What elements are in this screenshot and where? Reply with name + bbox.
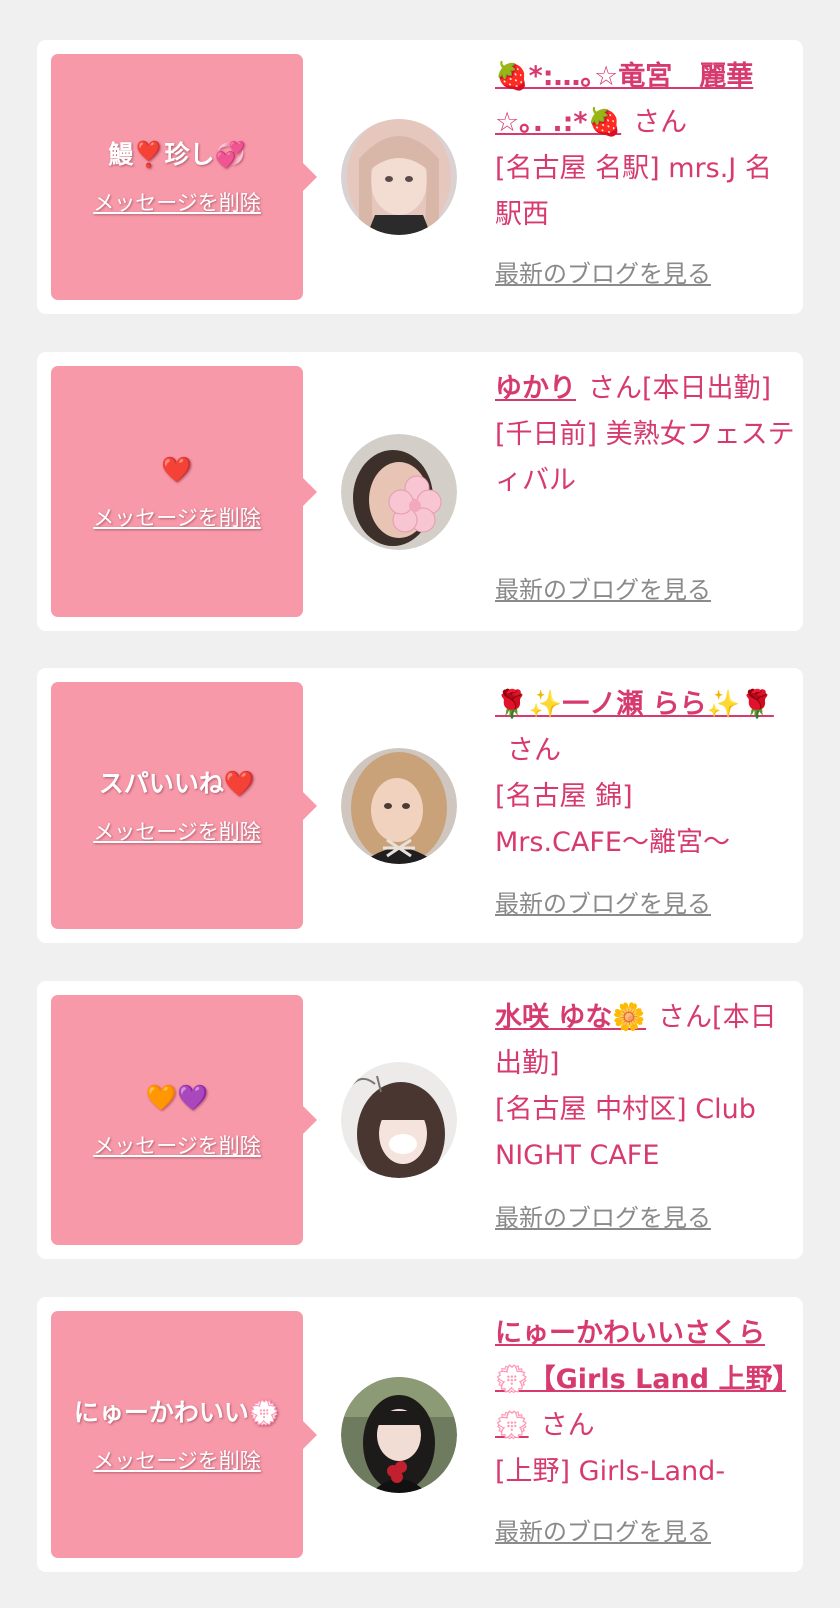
shop-name: [名古屋 錦] Mrs.CAFE〜離宮〜 [495,781,730,858]
shop-name: [千日前] 美熟女フェスティバル [495,419,795,496]
delete-message-link[interactable]: メッセージを削除 [93,816,261,846]
sender-info: にゅーかわいいさくら💮【Girls Land 上野】💮 さん [上野] Girls… [495,1311,795,1495]
message-card: 🧡💜 メッセージを削除 水咲 ゆな🌼 さん[本日出勤] [名古屋 中村区] Clu… [37,981,803,1259]
sender-name-link[interactable]: 🍓*:…｡☆竜宮 麗華☆｡. .:*🍓 [495,61,753,138]
blog-link[interactable]: 最新のブログを見る [495,1512,711,1547]
message-card: スパいいね❤️ メッセージを削除 🌹✨一ノ瀬 らら✨🌹 さん [名古屋 錦] Mr… [37,668,803,943]
avatar[interactable] [341,1377,457,1493]
sender-name-link[interactable]: ゆかり [495,373,576,404]
delete-message-link[interactable]: メッセージを削除 [93,502,261,532]
message-bubble: スパいいね❤️ メッセージを削除 [51,682,317,929]
honorific: さん [540,1410,595,1441]
message-text: 🧡💜 [145,1083,209,1112]
blog-link[interactable]: 最新のブログを見る [495,884,711,919]
sender-name-link[interactable]: にゅーかわいいさくら💮【Girls Land 上野】💮 [495,1318,786,1441]
message-bubble: ❤️ メッセージを削除 [51,366,317,617]
message-bubble: 🧡💜 メッセージを削除 [51,995,317,1245]
delete-message-link[interactable]: メッセージを削除 [93,1130,261,1160]
message-text: スパいいね❤️ [98,768,256,798]
message-card: にゅーかわいい💮 メッセージを削除 にゅーかわいいさくら💮【Girls Land… [37,1297,803,1572]
blog-link[interactable]: 最新のブログを見る [495,1198,711,1233]
message-text: 鰻❣️珍し💞 [108,140,246,169]
sender-name-line: 水咲 ゆな🌼 さん[本日出勤] [495,995,795,1087]
message-card: 鰻❣️珍し💞 メッセージを削除 🍓*:…｡☆竜宮 麗華☆｡. .:*🍓 さん [名… [37,40,803,314]
message-text: にゅーかわいい💮 [73,1397,281,1427]
message-list: 鰻❣️珍し💞 メッセージを削除 🍓*:…｡☆竜宮 麗華☆｡. .:*🍓 さん [名… [0,0,840,1608]
message-card: ❤️ メッセージを削除 ゆかり さん[本日出勤] [千日前] 美熟女フェスティバ… [37,352,803,631]
honorific: さん [633,107,688,138]
sender-info: 水咲 ゆな🌼 さん[本日出勤] [名古屋 中村区] Club NIGHT CAFE [495,995,795,1179]
avatar[interactable] [341,434,457,550]
sender-name-line: 🍓*:…｡☆竜宮 麗華☆｡. .:*🍓 さん [495,54,795,146]
sender-name-line: にゅーかわいいさくら💮【Girls Land 上野】💮 さん [495,1311,795,1449]
delete-message-link[interactable]: メッセージを削除 [93,1445,261,1475]
sender-info: 🌹✨一ノ瀬 らら✨🌹 さん [名古屋 錦] Mrs.CAFE〜離宮〜 [495,682,795,866]
message-bubble: にゅーかわいい💮 メッセージを削除 [51,1311,317,1558]
avatar[interactable] [341,119,457,235]
delete-message-link[interactable]: メッセージを削除 [93,187,261,217]
sender-name-link[interactable]: 水咲 ゆな🌼 [495,1002,646,1033]
sender-name-line: ゆかり さん[本日出勤] [495,366,795,412]
sender-info: 🍓*:…｡☆竜宮 麗華☆｡. .:*🍓 さん [名古屋 名駅] mrs.J 名駅西 [495,54,795,238]
shop-name: [上野] Girls-Land- [495,1456,726,1487]
message-text: ❤️ [161,454,193,484]
message-bubble: 鰻❣️珍し💞 メッセージを削除 [51,54,317,300]
honorific: さん[本日出勤] [588,373,772,404]
blog-link[interactable]: 最新のブログを見る [495,570,711,605]
avatar[interactable] [341,748,457,864]
sender-name-line: 🌹✨一ノ瀬 らら✨🌹 さん [495,682,795,774]
shop-name: [名古屋 名駅] mrs.J 名駅西 [495,153,772,230]
sender-info: ゆかり さん[本日出勤] [千日前] 美熟女フェスティバル [495,366,795,504]
shop-name: [名古屋 中村区] Club NIGHT CAFE [495,1094,756,1171]
honorific: さん [507,735,561,766]
avatar[interactable] [341,1062,457,1178]
sender-name-link[interactable]: 🌹✨一ノ瀬 らら✨🌹 [495,689,774,720]
blog-link[interactable]: 最新のブログを見る [495,254,711,289]
